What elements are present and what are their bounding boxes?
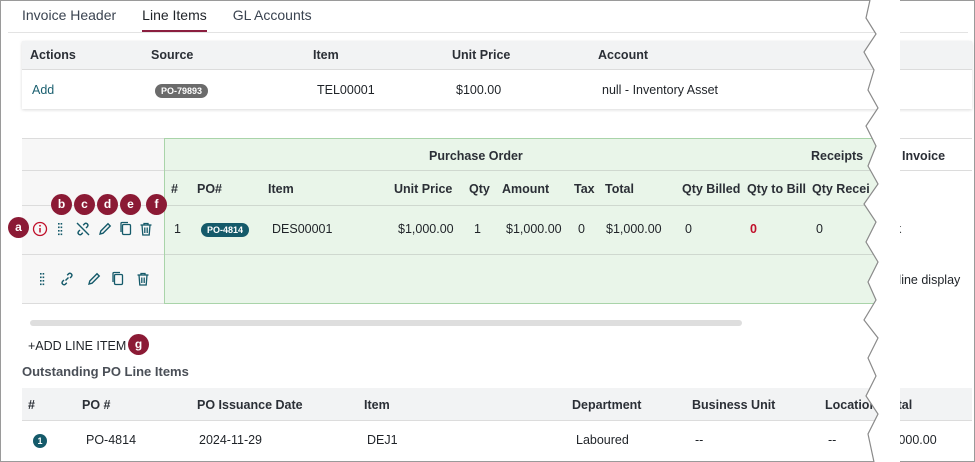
outstanding-table-header: # PO # PO Issuance Date Item Department … [22, 388, 972, 421]
row-tax: 0 [578, 222, 585, 236]
invoice-column: Invoice ak 2 line display [886, 138, 972, 304]
row-total: $1,000.00 [606, 222, 662, 236]
source-account: null - Inventory Asset [602, 83, 719, 97]
line-items-grid: Purchase Order Receipts # PO# Item Unit … [22, 138, 972, 304]
source-unit-price: $100.00 [456, 83, 502, 97]
two-line-display-note: 2 line display [888, 273, 961, 287]
row-number-badge: 1 [33, 434, 47, 448]
outstanding-total: 1,000.00 [888, 433, 937, 447]
tab-gl-accounts[interactable]: GL Accounts [233, 0, 312, 32]
header-item: Item [364, 398, 390, 412]
callout-badge-f: f [146, 194, 167, 215]
header-num: # [171, 182, 178, 196]
outstanding-item: DEJ1 [367, 433, 398, 447]
header-po: PO# [197, 182, 223, 196]
header-business-unit: Business Unit [692, 398, 776, 412]
row-qty: 1 [474, 222, 481, 236]
row-qty-billed: 0 [685, 222, 692, 236]
header-issuance-date: PO Issuance Date [197, 398, 303, 412]
copy-icon[interactable] [118, 221, 134, 237]
row-qty-to-bill: 0 [750, 222, 757, 236]
header-total: Total [605, 182, 634, 196]
header-source: Source [151, 48, 194, 62]
outstanding-issuance-date: 2024-11-29 [199, 433, 263, 447]
header-account: Account [598, 48, 648, 62]
header-item: Item [268, 182, 294, 196]
group-header-invoice: Invoice [902, 149, 946, 163]
tab-bar: Invoice Header Line Items GL Accounts [22, 0, 312, 32]
purchase-order-panel: Purchase Order Receipts # PO# Item Unit … [164, 138, 886, 304]
tab-divider [8, 32, 968, 33]
header-location: Location [825, 398, 878, 412]
source-table-header: Actions Source Item Unit Price Account [22, 41, 972, 70]
outstanding-po-table: # PO # PO Issuance Date Item Department … [22, 388, 972, 462]
header-tax: Tax [574, 182, 595, 196]
unlink-icon[interactable] [75, 221, 91, 237]
outstanding-location: -- [828, 433, 837, 447]
callout-badge-a: a [8, 217, 29, 238]
header-qty: Qty [469, 182, 490, 196]
trash-icon[interactable] [135, 271, 151, 287]
row-unit-price: $1,000.00 [398, 222, 454, 236]
callout-badge-e: e [120, 194, 141, 215]
source-item: TEL00001 [317, 83, 375, 97]
group-header-purchase-order: Purchase Order [429, 149, 523, 163]
add-line-item-button[interactable]: +ADD LINE ITEM [28, 339, 126, 353]
callout-badge-b: b [51, 194, 72, 215]
add-source-link[interactable]: Add [32, 83, 54, 97]
callout-badge-c: c [74, 194, 95, 215]
row-invoice-partial: ak [888, 222, 902, 236]
row-amount: $1,000.00 [506, 222, 562, 236]
edit-pencil-icon[interactable] [97, 221, 113, 237]
header-unit-price: Unit Price [394, 182, 453, 196]
header-qty-to-bill: Qty to Bill [747, 182, 807, 196]
header-total: otal [890, 398, 913, 412]
header-num: # [28, 398, 35, 412]
drag-handle-icon[interactable] [34, 271, 50, 287]
drag-handle-icon[interactable] [52, 221, 68, 237]
tab-invoice-header[interactable]: Invoice Header [22, 0, 116, 32]
outstanding-po-title: Outstanding PO Line Items [22, 364, 189, 379]
info-icon[interactable] [32, 221, 48, 237]
row-num: 1 [174, 222, 181, 236]
header-actions: Actions [30, 48, 76, 62]
header-item: Item [313, 48, 339, 62]
callout-badge-g: g [128, 334, 149, 355]
source-table: Actions Source Item Unit Price Account A… [22, 41, 972, 109]
header-unit-price: Unit Price [452, 48, 511, 62]
outstanding-po[interactable]: PO-4814 [86, 433, 136, 447]
po-badge[interactable]: PO-4814 [201, 223, 250, 237]
edit-pencil-icon[interactable] [86, 271, 102, 287]
copy-icon[interactable] [110, 271, 126, 287]
horizontal-scrollbar[interactable] [30, 320, 742, 326]
link-icon[interactable] [59, 271, 75, 287]
header-department: Department [572, 398, 642, 412]
tab-line-items[interactable]: Line Items [142, 0, 207, 32]
source-badge: PO-79893 [155, 84, 209, 98]
callout-badge-d: d [97, 194, 118, 215]
trash-icon[interactable] [138, 221, 154, 237]
row-item: DES00001 [272, 222, 333, 236]
header-po: PO # [82, 398, 111, 412]
outstanding-department: Laboured [576, 433, 629, 447]
row-qty-received: 0 [816, 222, 823, 236]
group-header-receipts: Receipts [811, 149, 864, 163]
outstanding-business-unit: -- [695, 433, 704, 447]
header-qty-received: Qty Recei [812, 182, 870, 196]
header-qty-billed: Qty Billed [682, 182, 741, 196]
header-amount: Amount [502, 182, 550, 196]
